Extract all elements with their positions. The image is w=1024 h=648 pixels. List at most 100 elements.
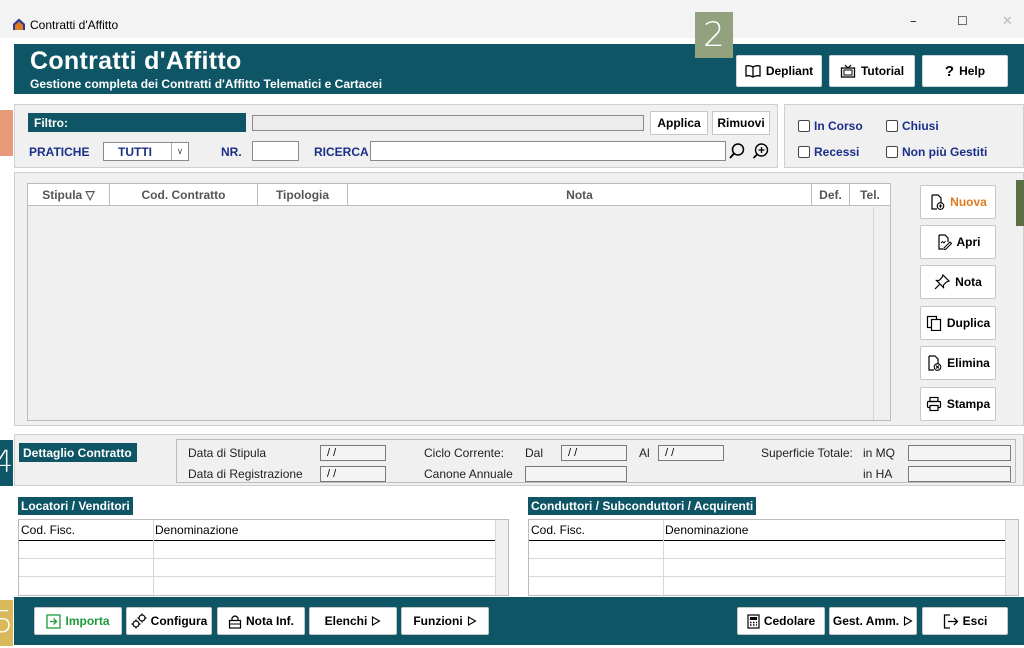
recessi-box[interactable] [798, 146, 810, 158]
dal-input[interactable]: / / [561, 445, 627, 461]
grid-scrollbar[interactable] [873, 207, 890, 420]
import-icon [46, 613, 62, 629]
filter-panel: Filtro: Applica Rimuovi PRATICHE TUTTI ∨… [14, 104, 778, 168]
configura-button[interactable]: Configura [126, 607, 212, 635]
apply-button[interactable]: Applica [650, 111, 708, 135]
nuova-button[interactable]: Nuova [920, 185, 996, 219]
maximize-button[interactable]: ☐ [957, 14, 968, 28]
ricerca-input[interactable] [370, 141, 726, 161]
column-tel[interactable]: Tel. [850, 184, 890, 206]
recessi-label: Recessi [814, 145, 860, 159]
nuova-label: Nuova [950, 195, 987, 209]
column-stipula[interactable]: Stipula ▽ [28, 184, 110, 206]
gest-amm-label: Gest. Amm. [832, 614, 900, 628]
conduttori-label: Conduttori / Subconduttori / Acquirenti [528, 497, 757, 515]
cedolare-label: Cedolare [763, 614, 816, 628]
help-label: Help [959, 64, 986, 78]
in-mq-label: in MQ [863, 446, 896, 460]
nota-inf-label: Nota Inf. [246, 614, 294, 628]
dal-label: Dal [525, 446, 544, 460]
in-corso-checkbox[interactable]: In Corso [798, 119, 863, 133]
lock-icon [228, 614, 242, 629]
importa-button[interactable]: Importa [34, 607, 122, 635]
funzioni-button[interactable]: Funzioni [401, 607, 489, 635]
column-cod-contratto[interactable]: Cod. Contratto [110, 184, 258, 206]
non-gestiti-label: Non più Gestiti [902, 145, 988, 159]
filter-value-field[interactable] [252, 115, 644, 131]
remove-button[interactable]: Rimuovi [712, 111, 770, 135]
locatori-row-line [19, 558, 495, 559]
stampa-button[interactable]: Stampa [920, 387, 996, 421]
duplica-button[interactable]: Duplica [920, 306, 996, 340]
help-button[interactable]: ? Help [922, 55, 1008, 87]
nr-label: NR. [221, 145, 242, 159]
minimize-button[interactable]: – [910, 14, 917, 29]
importa-label: Importa [65, 614, 110, 628]
cedolare-button[interactable]: Cedolare [737, 607, 825, 635]
conduttori-table[interactable]: Cod. Fisc. Denominazione [528, 519, 1019, 597]
pratiche-label: PRATICHE [29, 145, 90, 159]
search-icon[interactable] [728, 142, 746, 160]
tutorial-button[interactable]: Tutorial [829, 55, 915, 87]
column-nota[interactable]: Nota [348, 184, 812, 206]
esci-button[interactable]: Esci [922, 607, 1008, 635]
chiusi-label: Chiusi [902, 119, 939, 133]
calculator-icon [747, 613, 760, 629]
locatori-scrollbar[interactable] [495, 520, 508, 595]
apri-button[interactable]: Apri [920, 225, 996, 259]
recessi-checkbox[interactable]: Recessi [798, 145, 859, 159]
book-icon [745, 65, 761, 78]
non-gestiti-checkbox[interactable]: Non più Gestiti [886, 145, 987, 159]
contracts-panel: Stipula ▽ Cod. Contratto Tipologia Nota … [14, 172, 1024, 426]
close-button[interactable]: ✕ [1002, 14, 1013, 29]
conduttori-row-line [529, 576, 1005, 577]
data-registrazione-input[interactable]: / / [320, 466, 386, 482]
depliant-button[interactable]: Depliant [736, 55, 822, 87]
in-corso-box[interactable] [798, 120, 810, 132]
funzioni-label: Funzioni [413, 614, 463, 628]
locatori-row-line [19, 576, 495, 577]
open-document-icon [937, 234, 952, 250]
nr-input[interactable] [252, 141, 299, 161]
elenchi-label: Elenchi [324, 614, 368, 628]
zoom-in-icon[interactable] [752, 142, 770, 160]
play-icon [467, 616, 477, 626]
pratiche-select[interactable]: TUTTI ∨ [103, 142, 189, 161]
printer-icon [926, 396, 941, 412]
locatori-header-line [19, 540, 495, 541]
locatori-table[interactable]: Cod. Fisc. Denominazione [18, 519, 509, 597]
nota-button[interactable]: Nota [920, 265, 996, 299]
tv-icon [840, 64, 856, 78]
app-subtitle: Gestione completa dei Contratti d'Affitt… [30, 77, 383, 91]
superficie-label: Superficie Totale: [761, 446, 853, 460]
gears-icon [131, 613, 147, 629]
contracts-grid[interactable]: Stipula ▽ Cod. Contratto Tipologia Nota … [27, 183, 891, 421]
locatori-col-denominazione: Denominazione [155, 523, 239, 537]
elenchi-button[interactable]: Elenchi [309, 607, 397, 635]
elimina-label: Elimina [947, 356, 990, 370]
window-title: Contratti d'Affitto [30, 18, 119, 32]
footer-toolbar: Importa Configura Nota Inf. Elenchi Funz… [14, 597, 1024, 645]
in-mq-input[interactable] [908, 445, 1011, 461]
in-ha-input[interactable] [908, 466, 1011, 482]
nota-inf-button[interactable]: Nota Inf. [217, 607, 305, 635]
canone-input[interactable] [525, 466, 627, 482]
data-stipula-input[interactable]: / / [320, 445, 386, 461]
elimina-button[interactable]: Elimina [920, 346, 996, 380]
status-filter-panel: In Corso Chiusi Recessi Non più Gestiti [784, 104, 1024, 168]
locatori-col-divider [153, 520, 154, 597]
app-title: Contratti d'Affitto [30, 47, 242, 75]
window-titlebar: Contratti d'Affitto – ☐ ✕ [0, 0, 1024, 38]
conduttori-col-divider [663, 520, 664, 597]
exit-icon [943, 613, 959, 629]
app-header: Contratti d'Affitto Gestione completa de… [14, 44, 1024, 94]
chiusi-box[interactable] [886, 120, 898, 132]
conduttori-scrollbar[interactable] [1005, 520, 1018, 595]
non-gestiti-box[interactable] [886, 146, 898, 158]
column-def[interactable]: Def. [812, 184, 850, 206]
gest-amm-button[interactable]: Gest. Amm. [829, 607, 917, 635]
conduttori-col-denominazione: Denominazione [665, 523, 749, 537]
al-input[interactable]: / / [658, 445, 724, 461]
chiusi-checkbox[interactable]: Chiusi [886, 119, 939, 133]
column-tipologia[interactable]: Tipologia [258, 184, 348, 206]
